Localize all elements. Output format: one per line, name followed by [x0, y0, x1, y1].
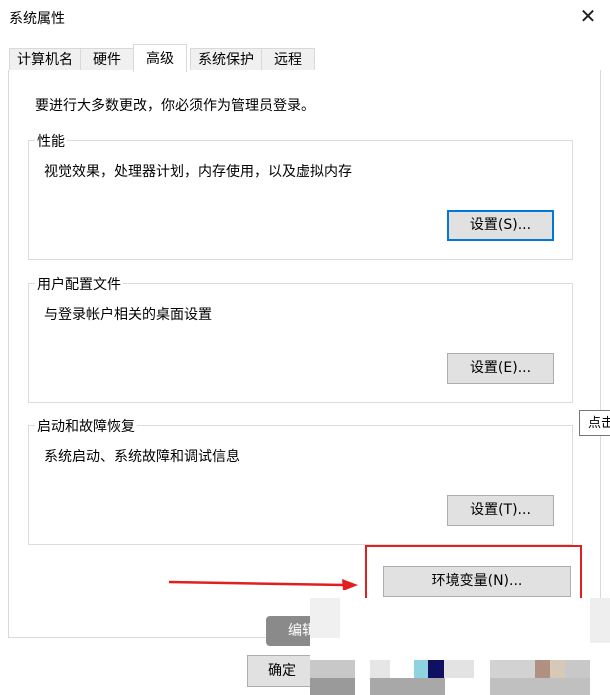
tooltip: 点击: [579, 410, 610, 436]
startup-recovery-group: [28, 425, 573, 545]
tab-remote[interactable]: 远程: [261, 48, 315, 71]
mosaic-redaction: [310, 598, 610, 695]
user-profiles-description: 与登录帐户相关的桌面设置: [44, 307, 212, 323]
tab-hardware[interactable]: 硬件: [80, 48, 134, 71]
startup-recovery-settings-button[interactable]: 设置(T)...: [447, 495, 554, 526]
user-profiles-settings-button[interactable]: 设置(E)...: [447, 353, 554, 384]
tab-computer-name[interactable]: 计算机名: [9, 48, 81, 71]
window-title: 系统属性: [9, 11, 65, 27]
startup-recovery-legend: 启动和故障恢复: [35, 416, 137, 436]
performance-legend: 性能: [35, 131, 67, 151]
close-icon[interactable]: ✕: [573, 4, 603, 30]
startup-recovery-description: 系统启动、系统故障和调试信息: [44, 449, 240, 465]
performance-group: [28, 140, 573, 260]
tab-advanced[interactable]: 高级: [133, 44, 187, 72]
performance-description: 视觉效果，处理器计划，内存使用，以及虚拟内存: [44, 164, 352, 180]
user-profiles-legend: 用户配置文件: [35, 274, 123, 294]
admin-note: 要进行大多数更改，你必须作为管理员登录。: [35, 98, 315, 114]
user-profiles-group: [28, 283, 573, 403]
tab-system-protection[interactable]: 系统保护: [190, 48, 262, 71]
pointer-arrow-icon: [168, 579, 358, 590]
performance-settings-button[interactable]: 设置(S)...: [447, 210, 554, 241]
